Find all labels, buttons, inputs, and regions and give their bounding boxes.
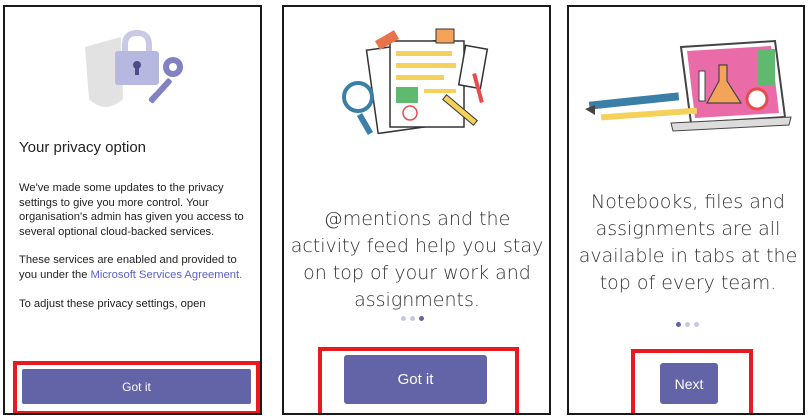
page-dot: [685, 322, 690, 327]
privacy-got-it-button[interactable]: Got it: [22, 369, 251, 404]
tablet-icon: [670, 39, 792, 132]
notebooks-illustration: [585, 39, 792, 132]
pen-icon: [585, 92, 698, 121]
mentions-page-indicator: [401, 316, 424, 321]
mentions-screen: @mentions and the activity feed help you…: [282, 5, 551, 415]
notebooks-message: Notebooks, files and assignments are all…: [578, 191, 798, 294]
services-agreement-link[interactable]: Microsoft Services Agreement.: [91, 269, 243, 281]
lock-icon: [115, 29, 159, 85]
magnifier-icon: [342, 81, 374, 136]
page-dot: [694, 322, 699, 327]
privacy-paragraph-2: These services are enabled and provided …: [19, 253, 253, 282]
page-dot-active: [419, 316, 424, 321]
privacy-body: We've made some updates to the privacy s…: [19, 181, 253, 325]
page-dot: [410, 316, 415, 321]
mentions-illustration: [342, 28, 489, 136]
privacy-illustration: [85, 29, 183, 107]
notebooks-next-button[interactable]: Next: [660, 363, 718, 404]
privacy-title: Your privacy option: [19, 139, 147, 156]
notebooks-page-indicator: [676, 322, 699, 327]
page-dot-active: [676, 322, 681, 327]
privacy-paragraph-3: To adjust these privacy settings, open: [19, 297, 206, 310]
mentions-message: @mentions and the activity feed help you…: [290, 208, 544, 311]
mentions-got-it-button[interactable]: Got it: [344, 355, 487, 404]
privacy-paragraph-1: We've made some updates to the privacy s…: [19, 182, 244, 238]
notebooks-screen: Notebooks, files and assignments are all…: [567, 5, 805, 415]
privacy-screen: Your privacy option We've made some upda…: [3, 5, 262, 415]
page-dot: [401, 316, 406, 321]
